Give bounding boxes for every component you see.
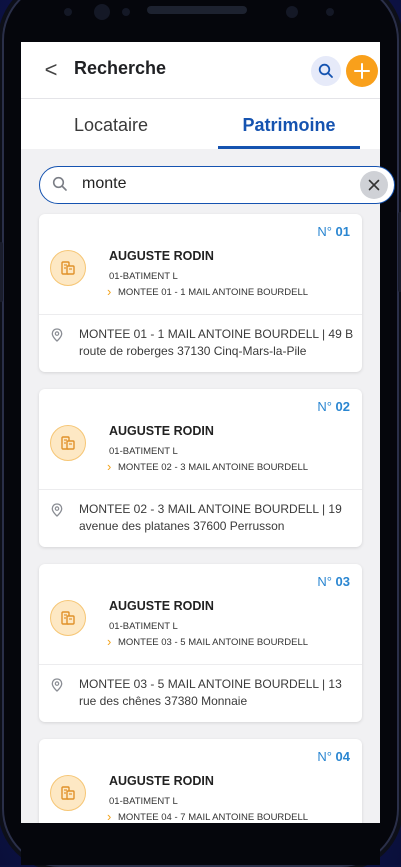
result-batiment: 01-BATIMENT L [109, 621, 178, 632]
phone-bezel-bottom [21, 823, 380, 865]
building-glyph [61, 436, 75, 450]
search-field[interactable] [39, 166, 395, 204]
front-camera [94, 4, 110, 20]
result-number: N° 04 [317, 749, 350, 764]
result-number: N° 02 [317, 399, 350, 414]
page-title: Recherche [74, 58, 167, 78]
search-button[interactable] [311, 56, 341, 86]
building-glyph [61, 611, 75, 625]
result-number: N° 03 [317, 574, 350, 589]
number-value: 01 [335, 224, 350, 239]
app-screen: < Recherche Locataire Patrimoine N° 01 A… [21, 42, 380, 823]
sensor-dot [326, 8, 334, 16]
location-pin-icon [51, 503, 63, 517]
close-icon [368, 179, 380, 191]
chevron-right-icon: › [107, 284, 112, 299]
tab-bar: Locataire Patrimoine [21, 99, 380, 149]
result-number: N° 01 [317, 224, 350, 239]
chevron-right-icon: › [107, 634, 112, 649]
result-montee: › MONTEE 01 - 1 MAIL ANTOINE BOURDELL [107, 285, 309, 298]
number-value: 04 [335, 749, 350, 764]
result-name: AUGUSTE RODIN [109, 599, 214, 613]
divider [39, 489, 362, 490]
result-card[interactable]: N° 01 AUGUSTE RODIN 01-BATIMENT L › MONTE… [39, 214, 362, 372]
number-prefix: N° [317, 749, 332, 764]
location-pin-icon [51, 328, 63, 342]
number-prefix: N° [317, 574, 332, 589]
divider [39, 314, 362, 315]
building-glyph [61, 261, 75, 275]
location-pin-icon [51, 678, 63, 692]
building-icon [50, 250, 86, 286]
number-value: 02 [335, 399, 350, 414]
result-address: MONTEE 02 - 3 MAIL ANTOINE BOURDELL | 19… [79, 502, 342, 533]
tab-patrimoine[interactable]: Patrimoine [218, 99, 360, 149]
montee-label: MONTEE 02 - 3 MAIL ANTOINE BOURDELL [118, 462, 309, 473]
search-icon [318, 63, 333, 78]
sensor-dot [122, 8, 130, 16]
sensor-dot [64, 8, 72, 16]
result-montee: › MONTEE 03 - 5 MAIL ANTOINE BOURDELL [107, 635, 309, 648]
plus-icon [354, 63, 370, 79]
result-card[interactable]: N° 04 AUGUSTE RODIN 01-BATIMENT L › MONTE… [39, 739, 362, 823]
speaker-grille [147, 6, 247, 14]
search-icon [52, 176, 67, 191]
result-address: MONTEE 03 - 5 MAIL ANTOINE BOURDELL | 13… [79, 677, 342, 708]
result-montee: › MONTEE 04 - 7 MAIL ANTOINE BOURDELL [107, 810, 309, 823]
result-name: AUGUSTE RODIN [109, 424, 214, 438]
result-batiment: 01-BATIMENT L [109, 796, 178, 807]
back-button[interactable]: < [39, 56, 63, 84]
number-prefix: N° [317, 399, 332, 414]
montee-label: MONTEE 01 - 1 MAIL ANTOINE BOURDELL [118, 287, 309, 298]
result-card[interactable]: N° 02 AUGUSTE RODIN 01-BATIMENT L › MONTE… [39, 389, 362, 547]
chevron-right-icon: › [107, 459, 112, 474]
add-button[interactable] [346, 55, 378, 87]
result-montee: › MONTEE 02 - 3 MAIL ANTOINE BOURDELL [107, 460, 309, 473]
result-name: AUGUSTE RODIN [109, 774, 214, 788]
divider [39, 664, 362, 665]
number-prefix: N° [317, 224, 332, 239]
proximity-sensor [286, 6, 298, 18]
result-batiment: 01-BATIMENT L [109, 446, 178, 457]
building-glyph [61, 786, 75, 800]
result-card[interactable]: N° 03 AUGUSTE RODIN 01-BATIMENT L › MONTE… [39, 564, 362, 722]
search-input[interactable] [82, 175, 322, 193]
result-name: AUGUSTE RODIN [109, 249, 214, 263]
app-header: < Recherche [21, 42, 380, 99]
volume-button [0, 242, 3, 302]
montee-label: MONTEE 04 - 7 MAIL ANTOINE BOURDELL [118, 812, 309, 823]
result-batiment: 01-BATIMENT L [109, 271, 178, 282]
building-icon [50, 775, 86, 811]
tab-locataire[interactable]: Locataire [21, 99, 201, 149]
montee-label: MONTEE 03 - 5 MAIL ANTOINE BOURDELL [118, 637, 309, 648]
building-icon [50, 600, 86, 636]
building-icon [50, 425, 86, 461]
chevron-right-icon: › [107, 809, 112, 823]
number-value: 03 [335, 574, 350, 589]
clear-search-button[interactable] [360, 171, 388, 199]
result-address: MONTEE 01 - 1 MAIL ANTOINE BOURDELL | 49… [79, 327, 354, 358]
